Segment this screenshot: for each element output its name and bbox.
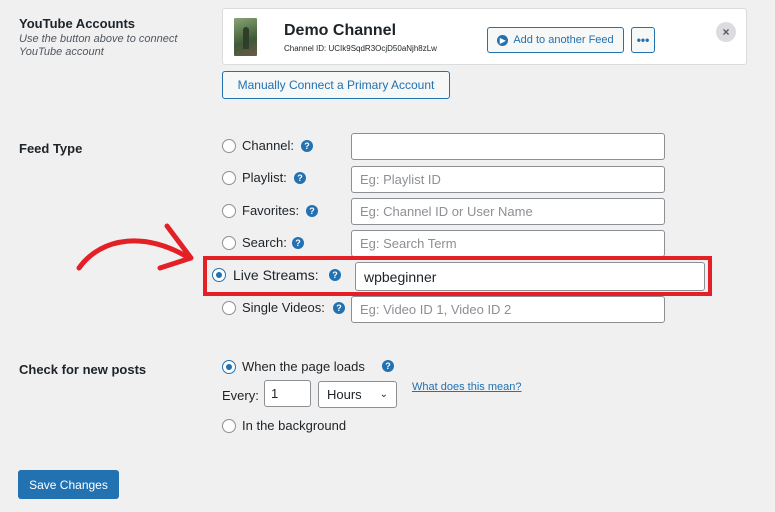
every-value-input[interactable] — [264, 380, 311, 407]
save-changes-button[interactable]: Save Changes — [18, 470, 119, 499]
close-icon[interactable]: × — [716, 22, 736, 42]
arrow-right-icon: ▶ — [497, 34, 509, 46]
chevron-down-icon: ⌄ — [379, 389, 388, 400]
search-input[interactable] — [351, 230, 665, 257]
single-videos-input[interactable] — [351, 296, 665, 323]
radio-playlist[interactable] — [222, 171, 236, 185]
help-icon[interactable]: ? — [301, 140, 313, 152]
interval-unit-select[interactable]: Hours ⌄ — [318, 381, 397, 408]
label-single-videos: Single Videos: — [242, 300, 325, 315]
help-icon[interactable]: ? — [333, 302, 345, 314]
check-new-posts-title: Check for new posts — [19, 362, 147, 377]
channel-avatar — [234, 18, 257, 56]
add-to-another-feed-button[interactable]: ▶ Add to another Feed — [487, 27, 624, 53]
label-channel: Channel: — [242, 138, 295, 153]
label-page-load: When the page loads — [242, 359, 365, 374]
label-playlist: Playlist: — [242, 170, 287, 185]
channel-name: Demo Channel — [284, 22, 397, 39]
help-icon[interactable]: ? — [306, 205, 318, 217]
favorites-input[interactable] — [351, 198, 665, 225]
channel-input[interactable] — [351, 133, 665, 160]
label-favorites: Favorites: — [242, 203, 300, 218]
highlight-box — [203, 256, 712, 296]
every-label: Every: — [222, 388, 259, 403]
manual-connect-button[interactable]: Manually Connect a Primary Account — [222, 71, 450, 99]
help-icon[interactable]: ? — [294, 172, 306, 184]
radio-single-videos[interactable] — [222, 301, 236, 315]
add-feed-label: Add to another Feed — [513, 34, 614, 46]
more-options-button[interactable]: ••• — [631, 27, 655, 53]
radio-favorites[interactable] — [222, 204, 236, 218]
help-icon[interactable]: ? — [382, 360, 394, 372]
radio-search[interactable] — [222, 236, 236, 250]
interval-unit-value: Hours — [327, 387, 362, 402]
help-icon[interactable]: ? — [292, 237, 304, 249]
feed-type-title: Feed Type — [19, 141, 83, 156]
label-background: In the background — [242, 418, 347, 433]
youtube-accounts-help: Use the button above to connect YouTube … — [19, 33, 178, 58]
radio-page-load[interactable] — [222, 360, 236, 374]
radio-background[interactable] — [222, 419, 236, 433]
what-does-this-mean-link[interactable]: What does this mean? — [412, 381, 521, 393]
account-card: Demo Channel Channel ID: UCIk9SqdR3OcjD5… — [222, 8, 747, 65]
red-arrow-annotation — [76, 223, 194, 271]
playlist-input[interactable] — [351, 166, 665, 193]
label-search: Search: — [242, 235, 287, 250]
youtube-accounts-title: YouTube Accounts — [19, 16, 136, 31]
channel-id: Channel ID: UCIk9SqdR3OcjD50aNjh8zLw — [284, 44, 437, 53]
radio-channel[interactable] — [222, 139, 236, 153]
